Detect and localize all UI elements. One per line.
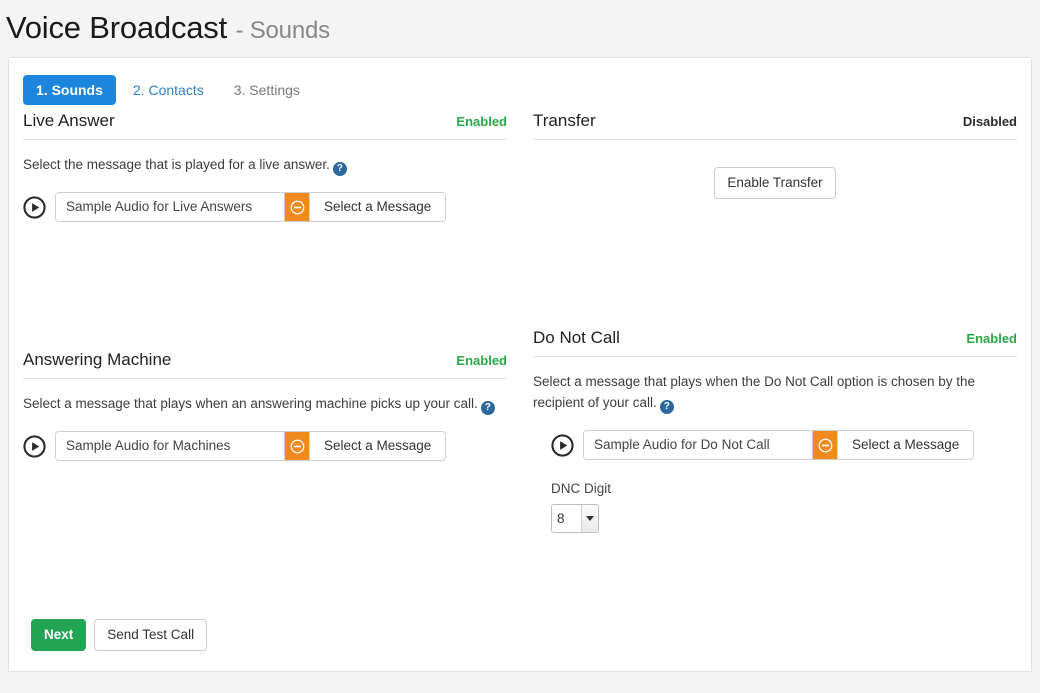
dnc-digit-group: DNC Digit 8 (533, 480, 1017, 533)
do-not-call-description-text: Select a message that plays when the Do … (533, 374, 975, 410)
transfer-status-badge: Disabled (963, 114, 1017, 129)
live-answer-audio-row: Select a Message (23, 192, 507, 222)
next-button[interactable]: Next (31, 619, 86, 651)
minus-circle-icon (818, 438, 833, 453)
answering-machine-select-message-button[interactable]: Select a Message (309, 432, 445, 460)
do-not-call-title: Do Not Call (533, 327, 620, 349)
do-not-call-input-group: Select a Message (583, 430, 974, 460)
page-title-main: Voice Broadcast (6, 10, 227, 45)
transfer-header: Transfer Disabled (533, 110, 1017, 140)
section-do-not-call: Do Not Call Enabled Select a message tha… (533, 327, 1017, 533)
footer-actions: Next Send Test Call (31, 619, 207, 651)
do-not-call-audio-row: Select a Message (533, 430, 1017, 460)
remove-do-not-call-audio-button[interactable] (812, 431, 837, 459)
play-circle-icon[interactable] (551, 434, 574, 457)
do-not-call-status-badge: Enabled (966, 331, 1017, 346)
dnc-digit-label: DNC Digit (551, 480, 1017, 498)
tab-sounds[interactable]: 1. Sounds (23, 75, 116, 105)
tab-settings[interactable]: 3. Settings (221, 75, 313, 105)
right-column: Transfer Disabled Enable Transfer Do Not… (525, 110, 1025, 533)
answering-machine-status-badge: Enabled (456, 353, 507, 368)
send-test-call-button[interactable]: Send Test Call (94, 619, 207, 651)
live-answer-header: Live Answer Enabled (23, 110, 507, 140)
left-column: Live Answer Enabled Select the message t… (15, 110, 515, 533)
remove-answering-machine-audio-button[interactable] (284, 432, 309, 460)
page-title-sub: - Sounds (235, 17, 329, 44)
transfer-title: Transfer (533, 110, 596, 132)
left-column-spacer (23, 222, 507, 286)
answering-machine-description-text: Select a message that plays when an answ… (23, 396, 478, 411)
live-answer-select-message-button[interactable]: Select a Message (309, 193, 445, 221)
live-answer-description-text: Select the message that is played for a … (23, 157, 330, 172)
section-transfer: Transfer Disabled Enable Transfer (533, 110, 1017, 199)
section-answering-machine: Answering Machine Enabled Select a messa… (23, 349, 507, 461)
transfer-body: Enable Transfer (533, 140, 1017, 199)
answering-machine-header: Answering Machine Enabled (23, 349, 507, 379)
live-answer-input-group: Select a Message (55, 192, 446, 222)
do-not-call-select-message-button[interactable]: Select a Message (837, 431, 973, 459)
answering-machine-audio-row: Select a Message (23, 431, 507, 461)
enable-transfer-button[interactable]: Enable Transfer (714, 167, 835, 199)
page-title: Voice Broadcast - Sounds (6, 8, 1040, 51)
answering-machine-input-group: Select a Message (55, 431, 446, 461)
answering-machine-description: Select a message that plays when an answ… (23, 393, 507, 415)
minus-circle-icon (290, 439, 305, 454)
main-panel: 1. Sounds 2. Contacts 3. Settings Live A… (8, 57, 1032, 672)
live-answer-status-badge: Enabled (456, 114, 507, 129)
play-circle-icon[interactable] (23, 196, 46, 219)
help-icon[interactable]: ? (660, 400, 674, 414)
section-live-answer: Live Answer Enabled Select the message t… (23, 110, 507, 222)
play-circle-icon[interactable] (23, 435, 46, 458)
do-not-call-audio-input[interactable] (584, 431, 812, 459)
tab-contacts[interactable]: 2. Contacts (120, 75, 217, 105)
live-answer-title: Live Answer (23, 110, 115, 132)
wizard-tabs: 1. Sounds 2. Contacts 3. Settings (9, 58, 1031, 110)
help-icon[interactable]: ? (333, 162, 347, 176)
minus-circle-icon (290, 200, 305, 215)
answering-machine-audio-input[interactable] (56, 432, 284, 460)
do-not-call-description: Select a message that plays when the Do … (533, 371, 1017, 414)
dnc-digit-select-shell: 8 (551, 504, 599, 533)
live-answer-audio-input[interactable] (56, 193, 284, 221)
dnc-digit-select[interactable]: 8 (551, 504, 599, 533)
live-answer-description: Select the message that is played for a … (23, 154, 507, 176)
left-column-spacer-2 (23, 286, 507, 349)
do-not-call-header: Do Not Call Enabled (533, 327, 1017, 357)
right-column-spacer (533, 199, 1017, 327)
page-header: Voice Broadcast - Sounds (0, 0, 1040, 57)
answering-machine-title: Answering Machine (23, 349, 171, 371)
help-icon[interactable]: ? (481, 401, 495, 415)
remove-live-answer-audio-button[interactable] (284, 193, 309, 221)
content-columns: Live Answer Enabled Select the message t… (9, 110, 1031, 533)
